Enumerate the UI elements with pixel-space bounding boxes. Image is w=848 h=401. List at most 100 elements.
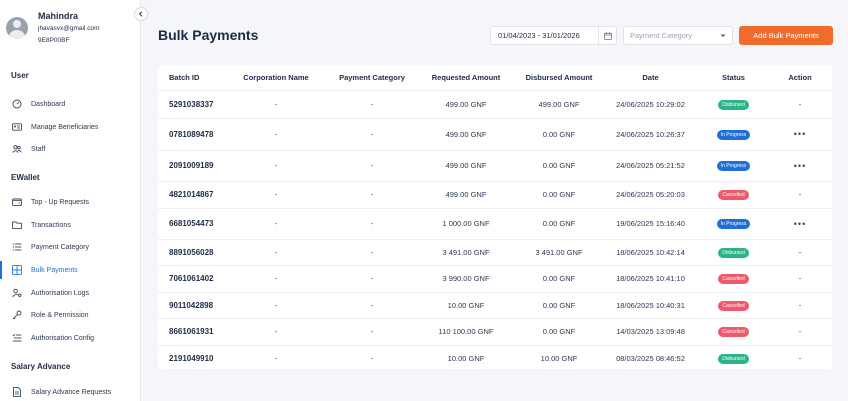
status-cell: Disbursed — [699, 344, 768, 372]
disbursed-cell: 0.00 GNF — [516, 291, 602, 318]
batch-id-cell: 0781089478 — [158, 117, 224, 150]
disbursed-cell: 0.00 GNF — [516, 317, 602, 345]
batch-id-cell: 2091009189 — [158, 149, 224, 181]
disbursed-cell: 0.00 GNF — [516, 207, 602, 239]
sidebar-item-authorisation-logs[interactable]: Authorisation Logs — [0, 284, 140, 302]
table-row[interactable]: 5291038337- -499.00 GNF 499.00 GNF 24/06/20… — [158, 89, 832, 118]
user-profile[interactable]: Mahindra jhavasvx@gmail.com 9E8P00BF — [6, 11, 100, 44]
column-header: Disbursed Amount — [525, 72, 593, 82]
chevron-left-icon — [138, 11, 143, 17]
batch-id-cell: 4821014867 — [158, 180, 224, 208]
more-actions-button[interactable]: ••• — [794, 219, 806, 229]
status-cell: In Progress — [699, 149, 768, 181]
requested-cell: 110 100.00 GNF — [416, 317, 516, 345]
corp-cell: - — [224, 89, 328, 118]
status-cell: Cancelled — [699, 264, 768, 292]
sidebar-item-payment-category[interactable]: Payment Category — [0, 238, 140, 256]
date-range-picker[interactable]: 01/04/2023 - 31/01/2026 — [490, 26, 617, 45]
table-row[interactable]: 8891056028- -3 491.00 GNF 3 491.00 GNF 18/0… — [158, 238, 832, 265]
table-row[interactable]: 2091009189- -499.00 GNF 0.00 GNF 24/06/2025… — [158, 149, 832, 181]
collapse-sidebar-button[interactable] — [134, 7, 148, 21]
disbursed-cell: 0.00 GNF — [516, 149, 602, 181]
disbursed-cell: 10.00 GNF — [516, 344, 602, 372]
sidebar-item-label: Dashboard — [31, 100, 66, 108]
status-badge: Cancelled — [718, 190, 749, 200]
table-row[interactable]: 2191049910- -10.00 GNF 10.00 GNF 08/03/2025… — [158, 344, 832, 372]
sidebar-item-bulk-payments[interactable]: Bulk Payments — [0, 261, 140, 279]
payment-category-select[interactable]: Payment Category — [623, 26, 733, 45]
status-badge: Disbursed — [718, 247, 749, 258]
grid-icon — [12, 265, 22, 275]
batch-id-cell: 8891056028 — [158, 238, 224, 265]
table-row[interactable]: 7061061402- -3 990.00 GNF 0.00 GNF 18/06/20… — [158, 264, 832, 292]
corp-cell: - — [224, 264, 328, 292]
more-actions-button[interactable]: ••• — [794, 129, 806, 139]
id-card-icon — [12, 122, 22, 132]
table-row[interactable]: 8661061931- -110 100.00 GNF 0.00 GNF 14/03/… — [158, 317, 832, 345]
sidebar-item-authorisation-config[interactable]: Authorisation Config — [0, 329, 140, 347]
profile-email: jhavasvx@gmail.com — [38, 25, 100, 32]
people-icon — [12, 144, 22, 154]
requested-cell: 499.00 GNF — [416, 149, 516, 181]
sidebar-item-top-up-requests[interactable]: Top - Up Requests — [0, 193, 140, 211]
bulk-payments-table-card: Batch ID Corporation Name Payment Category… — [158, 65, 832, 372]
requested-cell: 10.00 GNF — [416, 344, 516, 372]
corp-cell: - — [224, 291, 328, 318]
status-cell: Disbursed — [699, 238, 768, 265]
action-placeholder: - — [798, 99, 802, 109]
sidebar-item-staff[interactable]: Staff — [0, 140, 140, 158]
corp-cell: - — [224, 317, 328, 345]
config-list-icon — [12, 333, 22, 343]
sidebar-item-transactions[interactable]: Transactions — [0, 216, 140, 234]
column-header: Requested Amount — [431, 72, 501, 82]
action-cell: - — [768, 317, 832, 345]
more-actions-button[interactable]: ••• — [794, 161, 806, 171]
status-badge: In Progress — [716, 161, 751, 171]
bulk-payments-table: Batch ID Corporation Name Payment Category… — [158, 65, 832, 372]
requested-cell: 499.00 GNF — [416, 180, 516, 208]
table-row[interactable]: 6681054473- -1 000.00 GNF 0.00 GNF 19/06/20… — [158, 207, 832, 239]
action-cell: ••• — [768, 149, 832, 181]
sidebar-item-label: Bulk Payments — [31, 266, 78, 274]
status-cell: In Progress — [699, 117, 768, 150]
table-row[interactable]: 0781089478- -499.00 GNF 0.00 GNF 24/06/2025… — [158, 117, 832, 150]
column-header: Batch ID — [169, 72, 200, 82]
corp-cell: - — [224, 180, 328, 208]
status-badge: Cancelled — [718, 274, 749, 284]
category-cell: - — [328, 149, 416, 181]
action-placeholder: - — [798, 190, 802, 199]
sidebar-item-role-permission[interactable]: Role & Permission — [0, 306, 140, 324]
document-icon — [12, 387, 22, 397]
category-cell: - — [328, 264, 416, 292]
date-cell: 24/06/2025 10:29:02 — [602, 89, 699, 118]
profile-id: 9E8P00BF — [38, 37, 70, 44]
sidebar-item-dashboard[interactable]: Dashboard — [0, 95, 140, 113]
category-cell: - — [328, 317, 416, 345]
disbursed-cell: 0.00 GNF — [516, 264, 602, 292]
sidebar: Mahindra jhavasvx@gmail.com 9E8P00BF Use… — [0, 0, 141, 401]
corp-cell: - — [224, 344, 328, 372]
table-row[interactable]: 9011042898- -10.00 GNF 0.00 GNF 18/06/2025 … — [158, 291, 832, 318]
add-bulk-payments-button[interactable]: Add Bulk Payments — [739, 26, 833, 45]
status-cell: Cancelled — [699, 317, 768, 345]
action-placeholder: - — [798, 274, 802, 283]
date-cell: 24/06/2025 05:21:52 — [602, 149, 699, 181]
category-cell: - — [328, 238, 416, 265]
column-header: Corporation Name — [243, 72, 309, 82]
status-badge: In Progress — [716, 219, 751, 229]
sidebar-item-label: Staff — [31, 145, 46, 153]
sidebar-item-label: Authorisation Logs — [31, 289, 89, 297]
date-cell: 08/03/2025 08:46:52 — [602, 344, 699, 372]
action-placeholder: - — [798, 300, 802, 310]
date-cell: 24/06/2025 10:26:37 — [602, 117, 699, 150]
batch-id-cell: 7061061402 — [158, 264, 224, 292]
column-header: Date — [642, 72, 659, 82]
requested-cell: 499.00 GNF — [416, 89, 516, 118]
table-row[interactable]: 4821014867- -499.00 GNF 0.00 GNF 24/06/2025… — [158, 180, 832, 208]
table-header-row: Batch ID Corporation Name Payment Category… — [158, 65, 832, 90]
sidebar-item-manage-beneficiaries[interactable]: Manage Beneficiaries — [0, 118, 140, 136]
sidebar-item-salary-advance-requests[interactable]: Salary Advance Requests — [0, 383, 140, 401]
category-cell: - — [328, 291, 416, 318]
calendar-icon[interactable] — [598, 27, 616, 44]
column-header: Status — [722, 72, 745, 82]
